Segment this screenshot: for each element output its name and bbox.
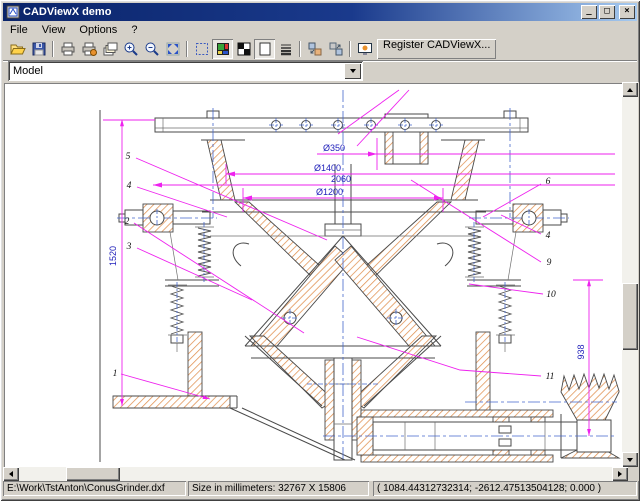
open-button[interactable] (7, 39, 28, 59)
title-bar[interactable]: CADViewX demo _ □ × (3, 3, 637, 21)
balloon-1: 1 (113, 369, 118, 379)
toolbar: Register CADViewX... (3, 37, 637, 61)
balloon-11: 11 (546, 372, 555, 382)
dim-2060: 2060 (331, 174, 351, 184)
select-rect-button[interactable] (191, 39, 212, 59)
copy-vector-button[interactable] (304, 39, 325, 59)
status-bar: E:\Work\TstAnton\ConusGrinder.dxf Size i… (3, 481, 637, 497)
status-coordinates: ( 1084.44312732314; -2612.47513504128; 0… (373, 481, 637, 496)
copy-raster-icon (328, 41, 344, 57)
horizontal-scroll-thumb[interactable] (66, 467, 120, 481)
app-icon (6, 5, 20, 19)
combobox-dropdown-button[interactable] (344, 63, 361, 79)
layers-button[interactable] (99, 39, 120, 59)
balloon-3: 3 (126, 242, 132, 252)
copy-raster-button[interactable] (325, 39, 346, 59)
zoom-in-icon (123, 41, 139, 57)
toolbar-separator (183, 40, 191, 58)
balloon-2: 2 (125, 217, 130, 227)
scroll-down-button[interactable] (622, 452, 638, 467)
scrollbar-corner (628, 467, 639, 481)
zoom-in-button[interactable] (120, 39, 141, 59)
scroll-right-button[interactable] (612, 467, 628, 481)
horizontal-scrollbar[interactable] (3, 467, 628, 481)
save-icon (31, 41, 47, 57)
white-background-icon (257, 41, 273, 57)
menu-bar: File View Options ? (3, 22, 637, 37)
drawing-svg: Ø350 Ø1400 2060 Ø1200 1520 938 5 4 2 3 1… (5, 84, 621, 466)
zoom-out-icon (144, 41, 160, 57)
open-icon (10, 41, 26, 57)
line-weights-button[interactable] (275, 39, 296, 59)
arrow-up-icon (627, 88, 633, 92)
layout-combobox[interactable]: Model (8, 61, 363, 81)
menu-view[interactable]: View (35, 23, 73, 37)
status-file-path: E:\Work\TstAnton\ConusGrinder.dxf (3, 481, 186, 496)
layout-combobox-value: Model (8, 65, 344, 77)
print-setup-button[interactable] (78, 39, 99, 59)
dim-1520: 1520 (108, 246, 118, 266)
balloon-4-right: 4 (546, 231, 551, 241)
zoom-extents-icon (165, 41, 181, 57)
scroll-left-button[interactable] (3, 467, 19, 481)
minimize-button[interactable]: _ (581, 5, 597, 19)
select-rect-icon (194, 41, 210, 57)
app-window: CADViewX demo _ □ × File View Options ? … (0, 0, 640, 501)
drawing-canvas[interactable]: Ø350 Ø1400 2060 Ø1200 1520 938 5 4 2 3 1… (4, 83, 623, 468)
vertical-scrollbar[interactable] (622, 82, 638, 467)
balloon-10: 10 (546, 290, 556, 300)
balloon-5: 5 (126, 152, 131, 162)
register-button[interactable]: Register CADViewX... (377, 39, 496, 59)
copy-vector-icon (307, 41, 323, 57)
status-size-info: Size in millimeters: 32767 X 15806 (188, 481, 369, 496)
menu-options[interactable]: Options (72, 23, 124, 37)
color-mode-button[interactable] (212, 39, 233, 59)
zoom-out-button[interactable] (141, 39, 162, 59)
balloon-6: 6 (546, 177, 551, 187)
arrow-right-icon (618, 471, 622, 477)
zoom-extents-button[interactable] (162, 39, 183, 59)
save-button[interactable] (28, 39, 49, 59)
window-title: CADViewX demo (23, 6, 579, 18)
dim-938: 938 (576, 344, 586, 359)
dim-diameter-350: Ø350 (323, 143, 345, 153)
bw-mode-icon (236, 41, 252, 57)
layers-icon (102, 41, 118, 57)
dim-diameter-1400: Ø1400 (314, 163, 341, 173)
menu-help[interactable]: ? (124, 23, 144, 37)
arrow-left-icon (9, 471, 13, 477)
toolbar-separator (346, 40, 354, 58)
print-button[interactable] (57, 39, 78, 59)
line-weights-icon (278, 41, 294, 57)
canvas-panel: Ø350 Ø1400 2060 Ø1200 1520 938 5 4 2 3 1… (3, 82, 639, 481)
close-button[interactable]: × (619, 5, 635, 19)
color-mode-icon (215, 41, 231, 57)
maximize-button[interactable]: □ (599, 5, 615, 19)
menu-file[interactable]: File (3, 23, 35, 37)
chevron-down-icon (350, 69, 356, 73)
arrow-down-icon (627, 458, 633, 462)
scroll-up-button[interactable] (622, 82, 638, 97)
print-icon (60, 41, 76, 57)
balloon-9: 9 (547, 258, 552, 268)
about-button[interactable] (354, 39, 375, 59)
print-setup-icon (81, 41, 97, 57)
dim-diameter-1200: Ø1200 (316, 187, 343, 197)
toolbar-separator (49, 40, 57, 58)
about-icon (357, 41, 373, 57)
bw-mode-button[interactable] (233, 39, 254, 59)
toolbar-separator (296, 40, 304, 58)
balloon-4-left: 4 (127, 181, 132, 191)
white-background-button[interactable] (254, 39, 275, 59)
vertical-scroll-thumb[interactable] (622, 283, 638, 350)
